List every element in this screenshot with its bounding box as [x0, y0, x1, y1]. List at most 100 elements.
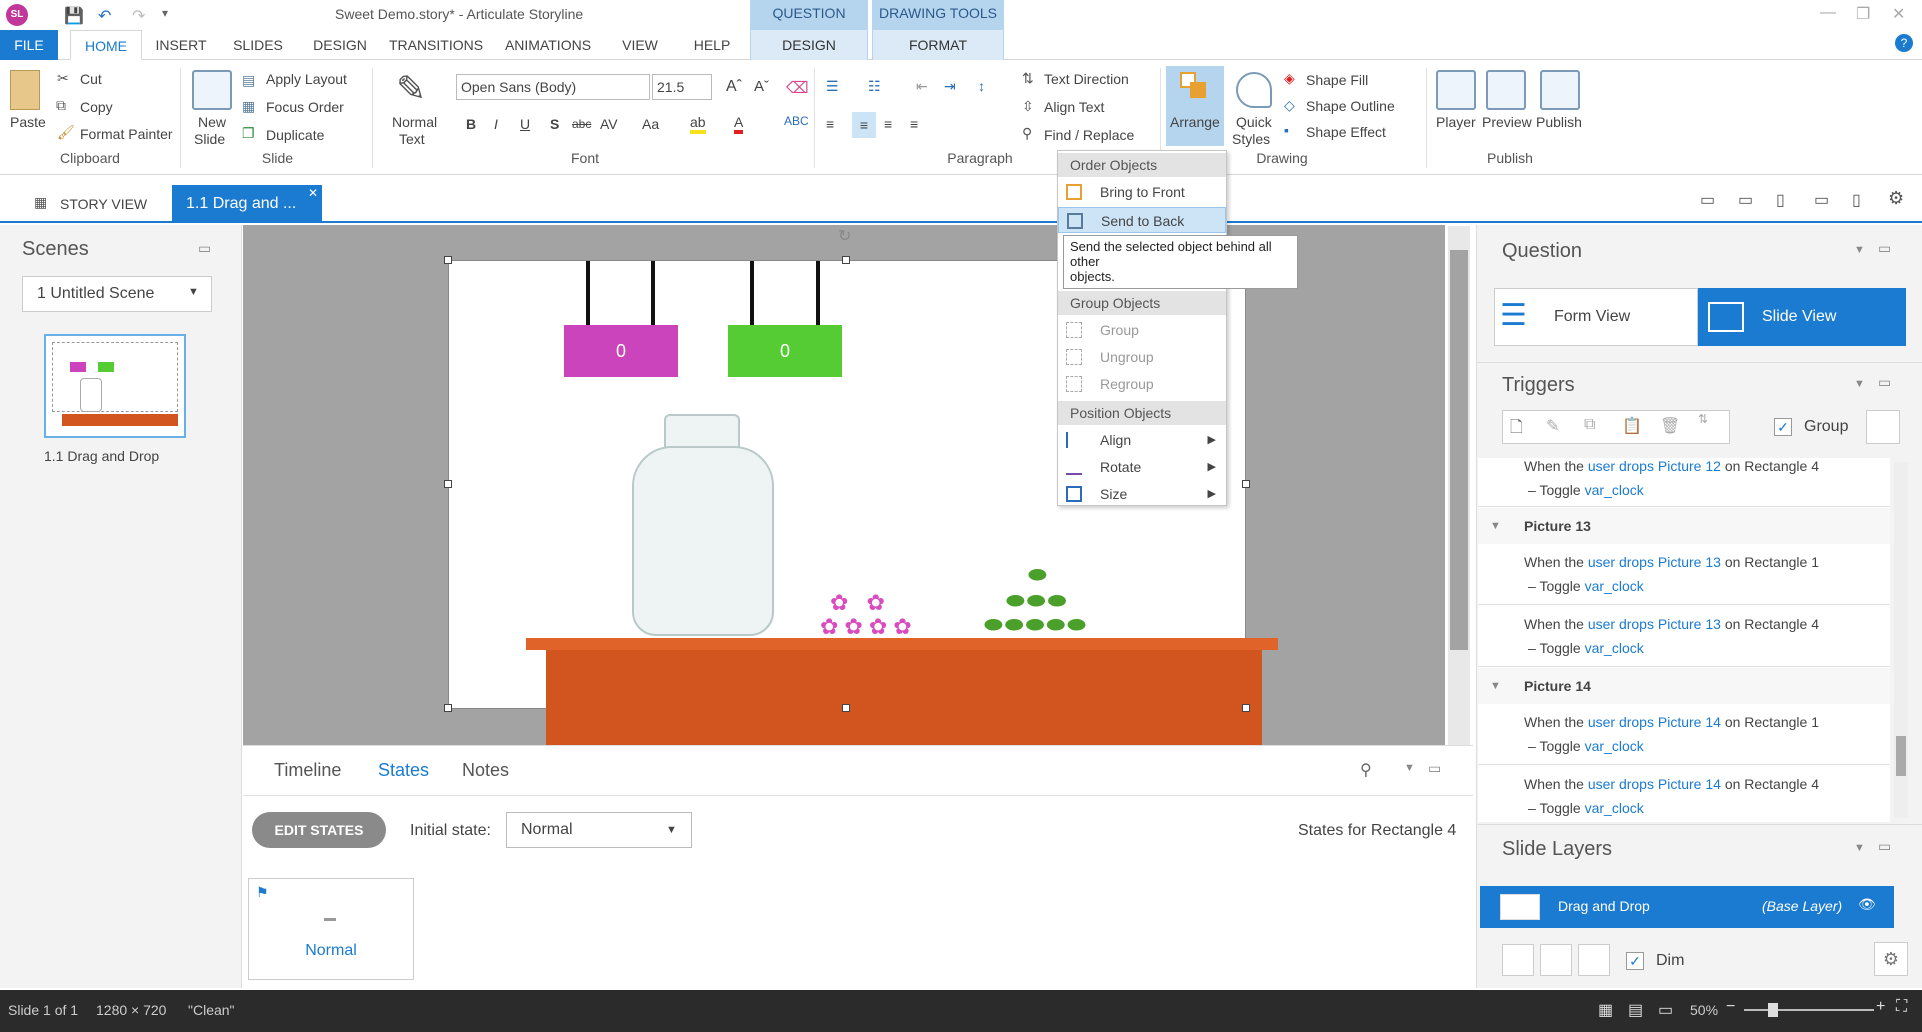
bold-icon[interactable]: B: [466, 116, 476, 132]
new-layer-button[interactable]: [1502, 944, 1534, 976]
selection-handle[interactable]: [444, 256, 452, 264]
trigger-when-text[interactable]: When the user drops Picture 12 on Rectan…: [1524, 458, 1819, 474]
copy-button[interactable]: Copy: [80, 99, 113, 115]
save-icon[interactable]: 💾: [64, 6, 84, 26]
regroup-item[interactable]: Regroup: [1058, 371, 1226, 397]
shape-outline-button[interactable]: Shape Outline: [1306, 98, 1395, 114]
settings-gear-icon[interactable]: ⚙: [1888, 188, 1904, 209]
tab-insert[interactable]: INSERT: [150, 30, 212, 60]
tablet-landscape-icon[interactable]: ▭: [1738, 190, 1753, 210]
quick-styles-label-1[interactable]: Quick: [1236, 114, 1272, 130]
tab-file[interactable]: FILE: [0, 30, 58, 60]
phone-landscape-icon[interactable]: ▭: [1814, 190, 1829, 210]
selection-handle[interactable]: [842, 256, 850, 264]
quick-styles-icon[interactable]: [1236, 72, 1272, 108]
paste-icon[interactable]: [10, 70, 40, 110]
apply-layout-button[interactable]: Apply Layout: [266, 71, 347, 87]
undo-icon[interactable]: ↶: [98, 6, 111, 26]
find-replace-button[interactable]: Find / Replace: [1044, 127, 1134, 143]
send-to-back-item[interactable]: Send to Back: [1058, 207, 1226, 233]
green-candies-middle[interactable]: ⬬⬬⬬: [1006, 588, 1068, 614]
fit-to-window-icon[interactable]: ⛶: [1896, 998, 1907, 1016]
hierarchy-icon[interactable]: ⚲: [1360, 760, 1372, 780]
zoom-slider-thumb[interactable]: [1768, 1003, 1778, 1017]
zoom-in-icon[interactable]: +: [1876, 998, 1885, 1016]
eye-icon[interactable]: 👁: [1858, 896, 1876, 913]
green-candy-top[interactable]: ⬬: [1028, 562, 1047, 588]
panel-pin-icon[interactable]: ▭: [1878, 240, 1891, 257]
trigger-action-text[interactable]: – Toggle var_clock: [1528, 738, 1644, 754]
spellcheck-icon[interactable]: ABC: [784, 114, 809, 128]
trigger-when-text[interactable]: When the user drops Picture 14 on Rectan…: [1524, 776, 1819, 792]
font-family-select[interactable]: Open Sans (Body): [456, 74, 650, 100]
desktop-view-icon[interactable]: ▭: [1700, 190, 1715, 210]
initial-state-select[interactable]: Normal: [506, 812, 692, 848]
tab-slides[interactable]: SLIDES: [226, 30, 290, 60]
normal-view-icon[interactable]: ▤: [1628, 1000, 1643, 1020]
quick-styles-label-2[interactable]: Styles: [1232, 131, 1270, 147]
size-item[interactable]: Size ▶: [1058, 481, 1226, 507]
tab-transitions[interactable]: TRANSITIONS: [386, 30, 486, 60]
clear-formatting-icon[interactable]: ⌫: [786, 78, 809, 98]
paste-trigger-icon[interactable]: 📋: [1622, 416, 1642, 436]
group-checkbox[interactable]: ✓: [1774, 418, 1792, 436]
tab-help[interactable]: HELP: [684, 30, 740, 60]
restore-icon[interactable]: ❐: [1856, 4, 1870, 24]
player-icon[interactable]: [1436, 70, 1476, 110]
character-spacing-icon[interactable]: AV: [600, 116, 618, 132]
pink-candies-top[interactable]: ✿ ✿: [830, 590, 891, 616]
grow-font-icon[interactable]: Aˆ: [726, 78, 742, 96]
new-trigger-icon[interactable]: 🗋: [1510, 416, 1523, 443]
green-candies-bottom[interactable]: ⬬⬬⬬⬬⬬: [984, 612, 1088, 638]
panel-menu-icon[interactable]: ▼: [1854, 842, 1865, 854]
arrange-label[interactable]: Arrange: [1170, 114, 1220, 130]
player-button[interactable]: Player: [1436, 114, 1476, 130]
selection-handle[interactable]: [444, 704, 452, 712]
bring-to-front-item[interactable]: Bring to Front: [1058, 179, 1226, 205]
paste-button[interactable]: Paste: [10, 114, 46, 130]
scene-select[interactable]: 1 Untitled Scene: [22, 276, 212, 312]
selection-handle[interactable]: [1242, 704, 1250, 712]
panel-pin-icon[interactable]: ▭: [198, 240, 211, 257]
highlight-icon[interactable]: ab: [690, 114, 706, 134]
dim-checkbox[interactable]: ✓: [1626, 952, 1644, 970]
shelf-body[interactable]: [546, 650, 1262, 745]
preview-button[interactable]: Preview: [1482, 114, 1532, 130]
numbering-icon[interactable]: ☷: [868, 78, 881, 95]
publish-icon[interactable]: [1540, 70, 1580, 110]
minimize-icon[interactable]: —: [1820, 4, 1836, 22]
delete-trigger-icon[interactable]: 🗑: [1660, 416, 1680, 436]
panel-pin-icon[interactable]: ▭: [1428, 760, 1441, 777]
canvas-scroll-thumb[interactable]: [1450, 250, 1468, 650]
increase-indent-icon[interactable]: ⇥: [944, 78, 956, 95]
rotate-item[interactable]: Rotate ▶: [1058, 454, 1226, 480]
edit-trigger-icon[interactable]: ✎: [1546, 416, 1559, 436]
tablet-portrait-icon[interactable]: ▯: [1776, 190, 1785, 210]
tab-drawing-format[interactable]: FORMAT: [872, 30, 1004, 60]
strikethrough-icon[interactable]: abc: [572, 117, 591, 131]
shadow-icon[interactable]: S: [550, 116, 559, 132]
tab-states[interactable]: States: [378, 760, 429, 781]
preview-icon[interactable]: [1486, 70, 1526, 110]
bullets-icon[interactable]: ☰: [826, 78, 839, 95]
preview-view-icon[interactable]: ▭: [1658, 1000, 1673, 1020]
new-slide-label-2[interactable]: Slide: [194, 131, 225, 147]
phone-portrait-icon[interactable]: ▯: [1852, 190, 1861, 210]
zoom-out-icon[interactable]: −: [1726, 998, 1735, 1016]
tab-notes[interactable]: Notes: [462, 760, 509, 781]
panel-menu-icon[interactable]: ▼: [1854, 244, 1865, 256]
focus-order-button[interactable]: Focus Order: [266, 99, 344, 115]
panel-pin-icon[interactable]: ▭: [1878, 838, 1891, 855]
normal-text-icon[interactable]: ✎: [396, 68, 426, 110]
selection-handle[interactable]: [444, 480, 452, 488]
ungroup-item[interactable]: Ungroup: [1058, 344, 1226, 370]
align-right-icon[interactable]: ≡: [884, 116, 892, 132]
format-painter-button[interactable]: Format Painter: [80, 126, 173, 142]
new-slide-icon[interactable]: [192, 70, 232, 110]
shape-fill-button[interactable]: Shape Fill: [1306, 72, 1368, 88]
tab-animations[interactable]: ANIMATIONS: [498, 30, 598, 60]
trigger-when-text[interactable]: When the user drops Picture 13 on Rectan…: [1524, 616, 1819, 632]
slide-thumbnail[interactable]: [44, 334, 186, 438]
tab-design[interactable]: DESIGN: [306, 30, 374, 60]
line-spacing-icon[interactable]: ↕: [978, 78, 985, 94]
